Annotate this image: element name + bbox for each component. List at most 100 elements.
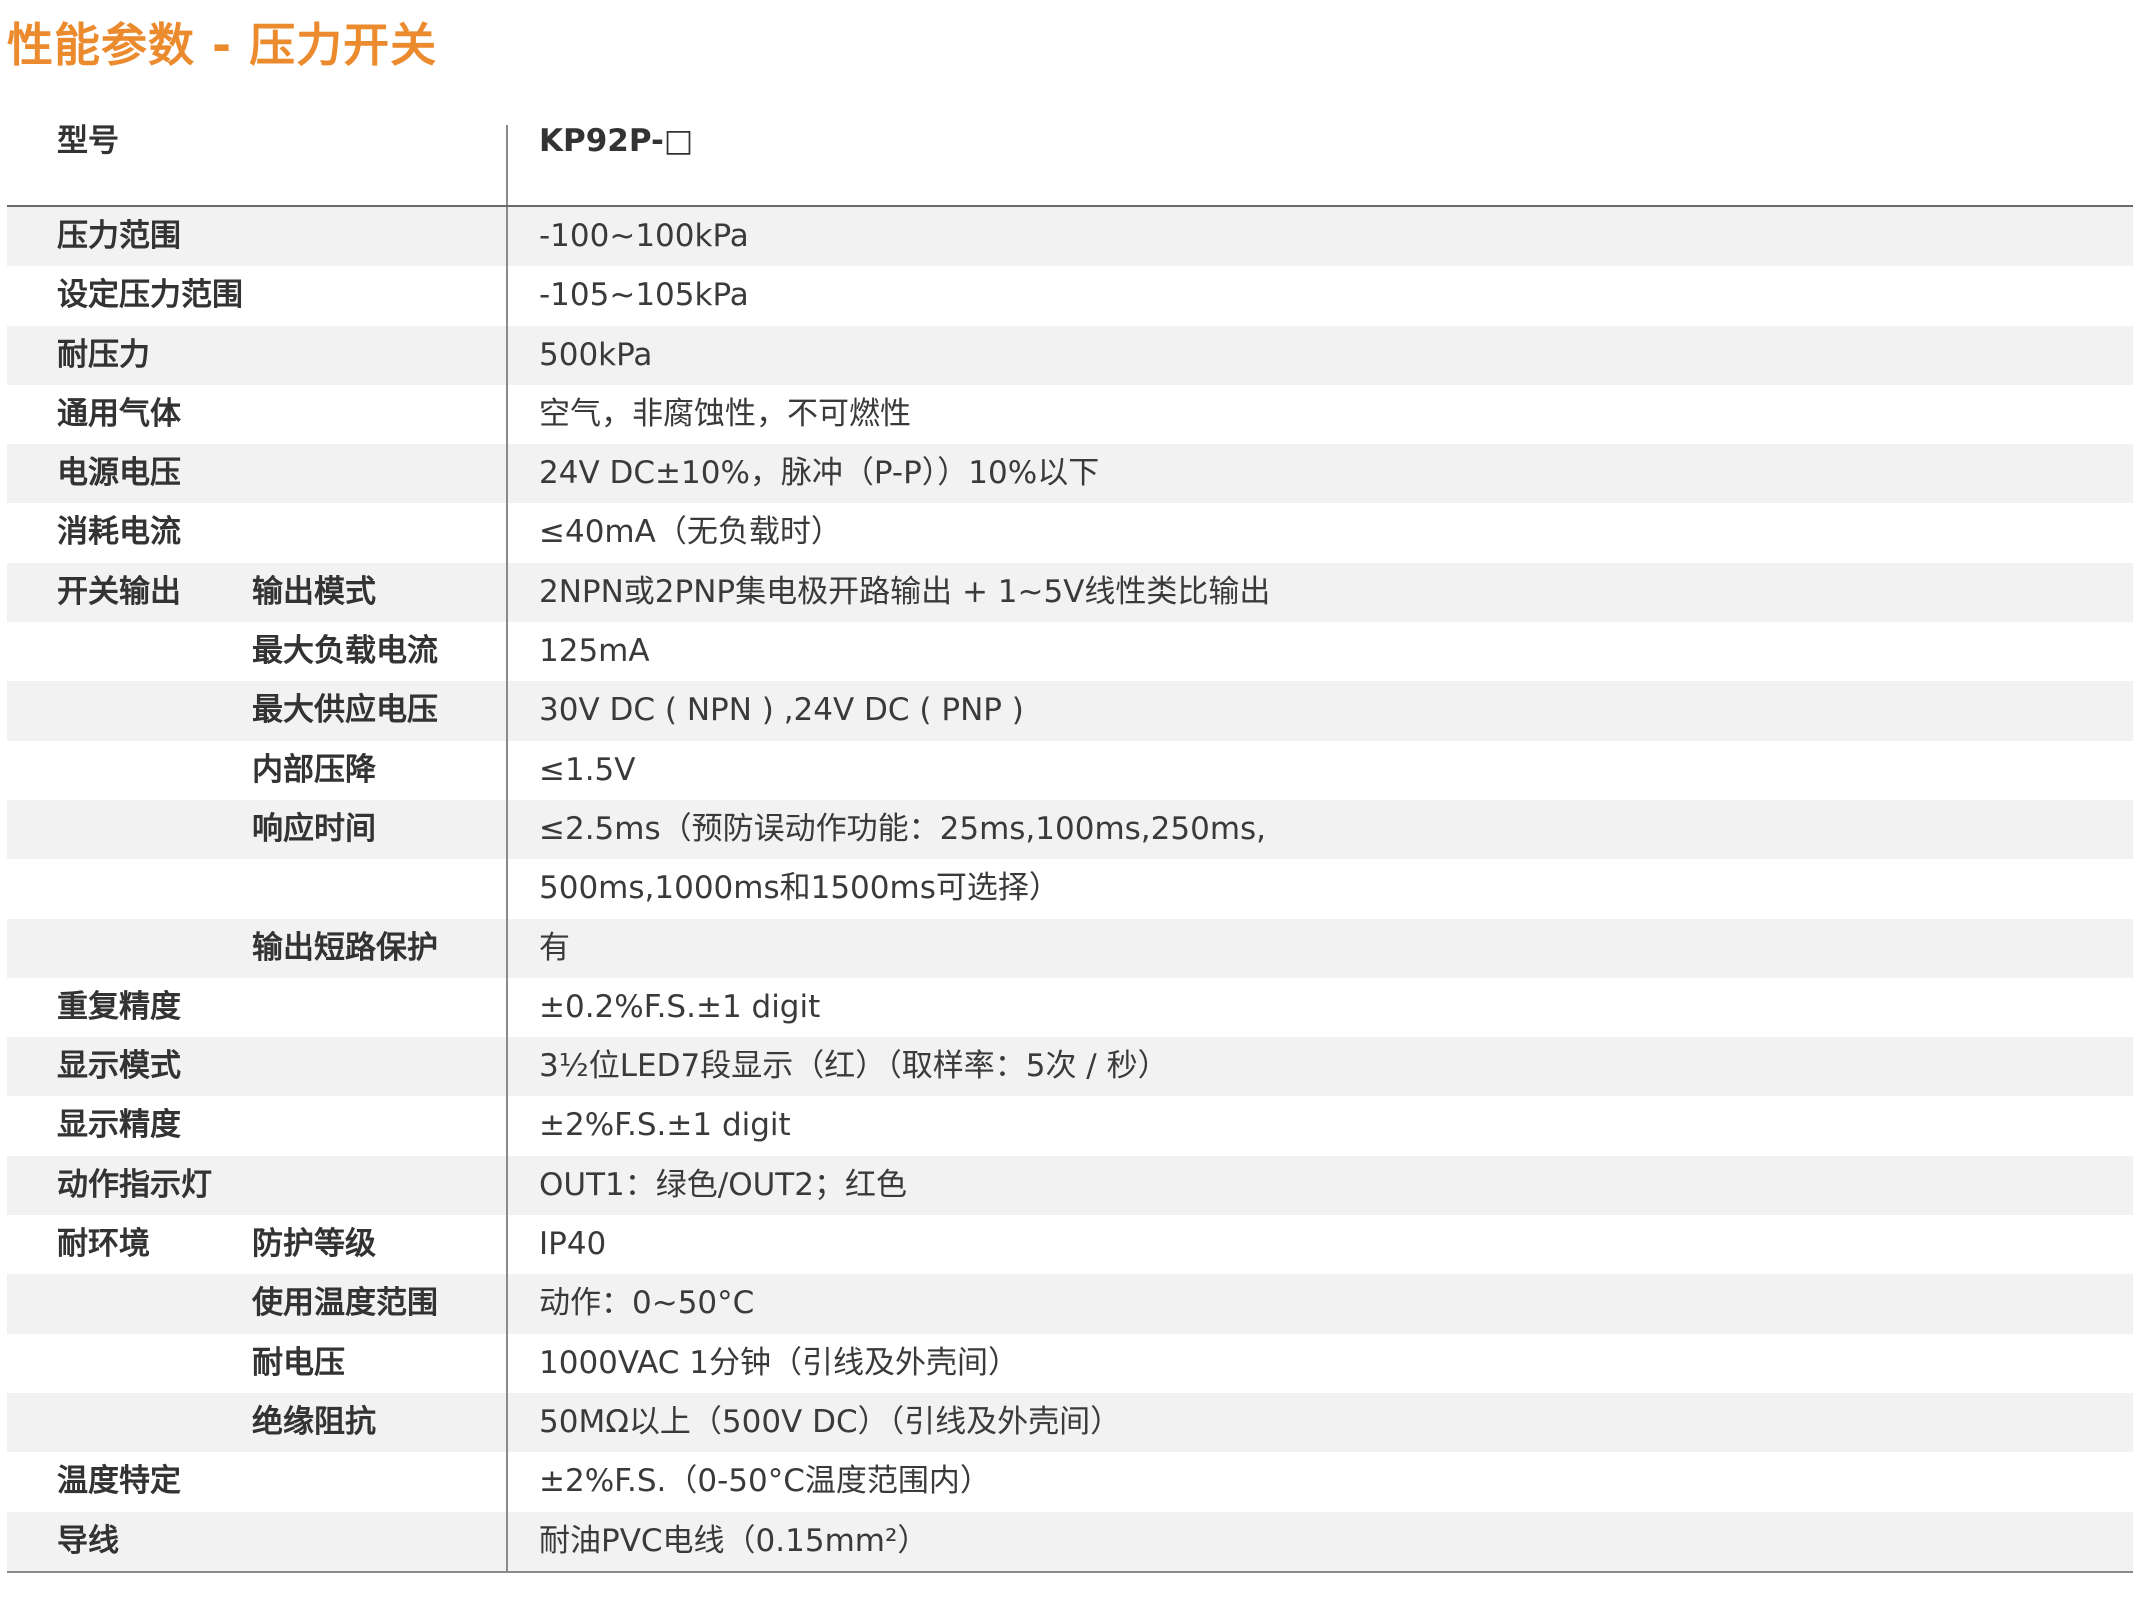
table-row: 开关输出 输出模式 2NPN或2PNP集电极开路输出 + 1~5V线性类比输出 (7, 562, 2133, 623)
param-category: 通用气体 (57, 395, 181, 432)
spec-table: 型号 KP92P-□ 压力范围 -100~100kPa 设定压力范围 -105~105… (7, 120, 2133, 1573)
table-row: 响应时间 ≤2.5ms（预防误动作功能：25ms,100ms,250ms, (7, 799, 2133, 860)
table-row: 耐压力 500kPa (7, 325, 2133, 385)
param-value: 500ms,1000ms和1500ms可选择） (539, 870, 1060, 907)
param-category: 动作指示灯 (57, 1166, 212, 1203)
column-divider (506, 1452, 508, 1512)
param-subcategory: 最大供应电压 (252, 692, 438, 729)
param-value: -100~100kPa (539, 218, 749, 254)
param-value: OUT1：绿色/OUT2；红色 (539, 1166, 907, 1203)
column-divider (506, 562, 508, 623)
column-divider (506, 384, 508, 445)
table-row: 显示模式 3½位LED7段显示（红）（取样率：5次 / 秒） (7, 1037, 2133, 1097)
param-subcategory: 绝缘阻抗 (252, 1403, 376, 1440)
table-row: 使用温度范围 动作：0~50°C (7, 1274, 2133, 1334)
param-category: 耐环境 (57, 1226, 150, 1263)
column-divider (506, 1392, 508, 1453)
table-row: 导线 耐油PVC电线（0.15mm²） (7, 1511, 2133, 1571)
table-bottom-border (7, 1570, 2133, 1573)
table-row: 绝缘阻抗 50MΩ以上（500V DC）（引线及外壳间） (7, 1392, 2133, 1453)
page-title: 性能参数 - 压力开关 (7, 18, 438, 72)
param-category: 电源电压 (57, 455, 181, 492)
column-divider (506, 681, 508, 741)
table-row: 动作指示灯 OUT1：绿色/OUT2；红色 (7, 1155, 2133, 1216)
param-value: ±2%F.S.±1 digit (539, 1107, 791, 1144)
column-divider (506, 1037, 508, 1097)
column-divider (506, 325, 508, 385)
table-row: 最大负载电流 125mA (7, 622, 2133, 682)
column-divider (506, 266, 508, 326)
param-category: 设定压力范围 (57, 277, 243, 314)
header-model-label: 型号 (57, 123, 119, 159)
param-value: IP40 (539, 1226, 607, 1263)
param-category: 温度特定 (57, 1463, 181, 1500)
table-row: 重复精度 ±0.2%F.S.±1 digit (7, 977, 2133, 1038)
param-value: ≤2.5ms（预防误动作功能：25ms,100ms,250ms, (539, 810, 1267, 847)
param-value: -105~105kPa (539, 277, 749, 314)
param-category: 压力范围 (57, 218, 181, 254)
table-row: 通用气体 空气，非腐蚀性，不可燃性 (7, 384, 2133, 445)
column-divider (506, 859, 508, 919)
column-divider (506, 918, 508, 978)
table-row: 耐电压 1000VAC 1分钟（引线及外壳间） (7, 1333, 2133, 1393)
column-divider (506, 207, 508, 267)
param-value: 2NPN或2PNP集电极开路输出 + 1~5V线性类比输出 (539, 573, 1271, 610)
param-value: 500kPa (539, 336, 653, 373)
param-value: 1000VAC 1分钟（引线及外壳间） (539, 1344, 1019, 1381)
column-divider (506, 1511, 508, 1571)
param-category: 显示精度 (57, 1107, 181, 1144)
table-row: 输出短路保护 有 (7, 918, 2133, 978)
param-value: 动作：0~50°C (539, 1285, 755, 1322)
param-value: 50MΩ以上（500V DC）（引线及外壳间） (539, 1403, 1122, 1440)
param-category: 导线 (57, 1522, 119, 1559)
table-row: 消耗电流 ≤40mA（无负载时） (7, 503, 2133, 563)
column-divider (506, 1155, 508, 1216)
param-subcategory: 内部压降 (252, 751, 376, 788)
param-subcategory: 输出短路保护 (252, 929, 438, 966)
param-category: 开关输出 (57, 573, 181, 610)
header-model-value: KP92P-□ (539, 123, 694, 159)
table-row: 显示精度 ±2%F.S.±1 digit (7, 1096, 2133, 1156)
param-value: ≤1.5V (539, 751, 636, 788)
table-row: 压力范围 -100~100kPa (7, 207, 2133, 267)
column-divider (506, 125, 508, 205)
param-value: 30V DC ( NPN ) ,24V DC ( PNP ) (539, 692, 1024, 729)
param-subcategory: 最大负载电流 (252, 633, 438, 670)
param-category: 显示模式 (57, 1048, 181, 1085)
column-divider (506, 799, 508, 860)
param-value: 空气，非腐蚀性，不可燃性 (539, 395, 911, 432)
param-value: 3½位LED7段显示（红）（取样率：5次 / 秒） (539, 1048, 1169, 1085)
column-divider (506, 444, 508, 504)
param-subcategory: 输出模式 (252, 573, 376, 610)
table-row: 电源电压 24V DC±10%，脉冲（P-P））10%以下 (7, 444, 2133, 504)
param-value: 24V DC±10%，脉冲（P-P））10%以下 (539, 455, 1100, 492)
table-row: 温度特定 ±2%F.S.（0-50°C温度范围内） (7, 1452, 2133, 1512)
column-divider (506, 503, 508, 563)
param-value: ≤40mA（无负载时） (539, 514, 842, 551)
param-value: 有 (539, 929, 570, 966)
param-value: 耐油PVC电线（0.15mm²） (539, 1522, 929, 1559)
param-category: 重复精度 (57, 988, 181, 1025)
table-row: 设定压力范围 -105~105kPa (7, 266, 2133, 326)
table-row: 耐环境 防护等级 IP40 (7, 1215, 2133, 1275)
param-subcategory: 防护等级 (252, 1226, 376, 1263)
column-divider (506, 1096, 508, 1156)
column-divider (506, 1333, 508, 1393)
param-value: ±0.2%F.S.±1 digit (539, 988, 821, 1025)
param-category: 消耗电流 (57, 514, 181, 551)
column-divider (506, 622, 508, 682)
param-category: 耐压力 (57, 336, 150, 373)
table-row: 内部压降 ≤1.5V (7, 740, 2133, 800)
table-body: 压力范围 -100~100kPa 设定压力范围 -105~105kPa 耐压力 500kP… (7, 207, 2133, 1571)
param-value: ±2%F.S.（0-50°C温度范围内） (539, 1463, 991, 1500)
table-row: 最大供应电压 30V DC ( NPN ) ,24V DC ( PNP ) (7, 681, 2133, 741)
table-row: 500ms,1000ms和1500ms可选择） (7, 859, 2133, 919)
column-divider (506, 1215, 508, 1275)
column-divider (506, 977, 508, 1038)
param-value: 125mA (539, 633, 650, 670)
column-divider (506, 1274, 508, 1334)
table-header: 型号 KP92P-□ (7, 120, 2133, 207)
param-subcategory: 响应时间 (252, 810, 376, 847)
param-subcategory: 耐电压 (252, 1344, 345, 1381)
param-subcategory: 使用温度范围 (252, 1285, 438, 1322)
